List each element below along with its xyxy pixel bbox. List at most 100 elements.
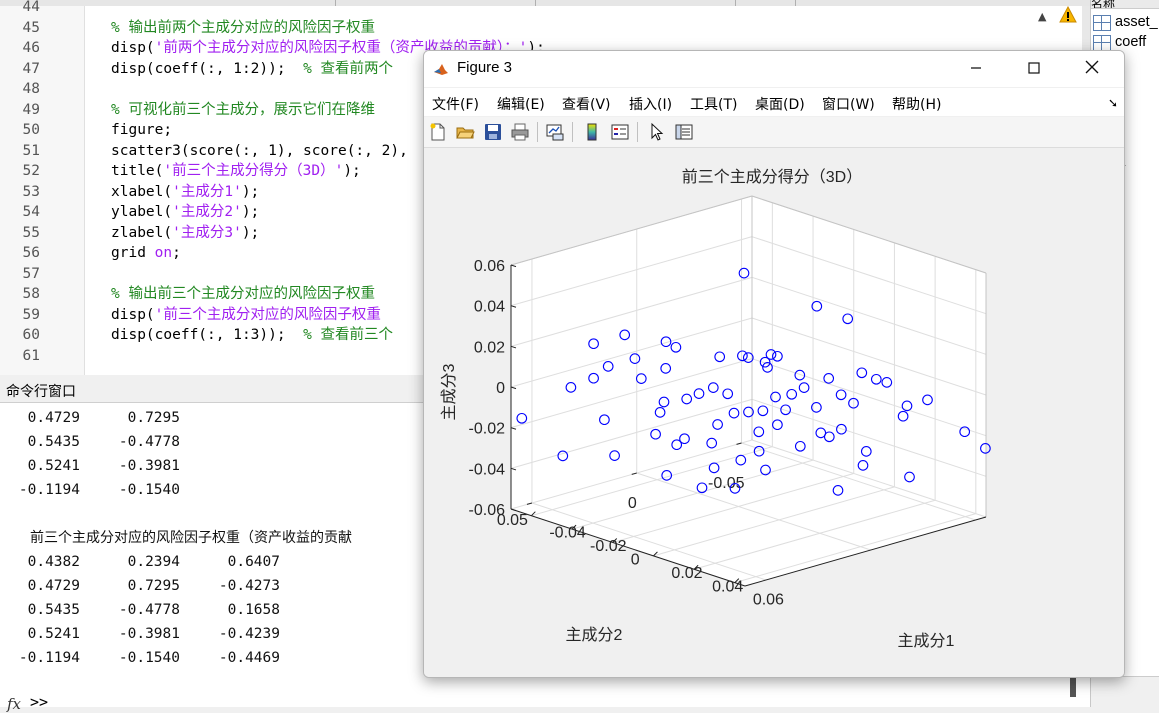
code-string: '主成分3' (172, 224, 242, 241)
output-value: 0.2394 (127, 554, 180, 570)
code-string: '主成分1' (172, 183, 242, 200)
function-browser-icon[interactable]: fx (7, 695, 21, 713)
figure-toolbar (424, 117, 1124, 148)
matlab-logo-icon (433, 61, 449, 77)
output-value: -0.4778 (118, 602, 180, 618)
output-value: 0.4382 (27, 554, 80, 570)
line-code: % 输出前三个主成分对应的风险因子权重 (111, 284, 375, 305)
menu-window[interactable]: 窗口(W) (822, 94, 875, 114)
output-value: -0.3981 (118, 626, 180, 642)
line-code: disp(coeff(:, 1:3)); % 查看前三个 (111, 325, 393, 346)
line-number: 60 (22, 327, 40, 343)
workspace-header: 名称 (1091, 0, 1159, 9)
minimize-icon (971, 67, 981, 69)
save-icon[interactable] (483, 122, 503, 142)
x-axis-label: 主成分1 (898, 632, 955, 650)
scroll-up-arrow-icon[interactable]: ▲ (1038, 10, 1046, 23)
code-string: '主成分2' (172, 204, 242, 220)
output-value: 0.6407 (227, 554, 280, 570)
warning-icon[interactable] (1059, 6, 1077, 24)
maximize-button[interactable] (1006, 51, 1062, 87)
output-row: -0.1194 -0.1540 -0.4469 (0, 646, 400, 670)
figure-title: Figure 3 (457, 59, 513, 76)
x-tick-label: 0.02 (671, 565, 702, 582)
matrix-icon (1093, 35, 1111, 51)
axes-area[interactable]: -0.06 -0.04 -0.02 0 0.02 0.04 0.06 -0.05 0 0.05 -0… (424, 148, 1124, 677)
dock-arrow-icon[interactable]: ➘ (1108, 96, 1118, 110)
figure-menubar: 文件(F) 编辑(E) 查看(V) 插入(I) 工具(T) 桌面(D) 窗口(W… (424, 88, 1124, 116)
line-number: 44 (22, 0, 40, 15)
code-token: ylabel( (111, 204, 173, 220)
line-number: 59 (22, 306, 40, 323)
chart-title: 前三个主成分得分（3D） (682, 168, 862, 186)
command-window-title: 命令行窗口 (6, 383, 76, 399)
close-button[interactable] (1064, 51, 1120, 87)
close-icon (1085, 60, 1099, 74)
output-row: 0.5241 -0.3981 (0, 454, 400, 478)
menu-tools[interactable]: 工具(T) (690, 94, 737, 114)
minimize-button[interactable] (948, 51, 1004, 87)
code-line[interactable]: 44 (0, 0, 1080, 18)
z-tick-label: 0.02 (474, 339, 505, 356)
colorbar-icon[interactable] (582, 122, 602, 142)
output-value: -0.3981 (118, 458, 180, 474)
line-number: 58 (22, 286, 40, 302)
output-value: 0.7295 (127, 578, 180, 594)
line-code: zlabel('主成分3'); (111, 223, 259, 244)
x-tick-label: 0.06 (753, 592, 784, 609)
code-token: title( (111, 163, 164, 179)
code-token: disp(coeff(:, 1:3)); (111, 327, 304, 343)
command-prompt[interactable]: >> (30, 693, 48, 711)
line-number: 45 (22, 19, 40, 36)
open-icon[interactable] (455, 122, 475, 142)
scatter3-axes[interactable]: -0.06-0.04-0.0200.020.040.06-0.0500.05-0… (424, 148, 1124, 677)
menu-file[interactable]: 文件(F) (432, 94, 479, 114)
line-number: 50 (22, 122, 40, 138)
variable-name: coeff (1115, 34, 1147, 50)
output-row: -0.1194 -0.1540 (0, 478, 400, 502)
output-value: 0.5435 (27, 434, 80, 450)
menu-help[interactable]: 帮助(H) (892, 94, 941, 114)
line-number: 61 (22, 347, 40, 364)
output-value: 0.4729 (27, 410, 80, 426)
code-comment: % 输出前两个主成分对应的风险因子权重 (111, 19, 375, 36)
line-number: 55 (22, 224, 40, 241)
figure-window[interactable]: Figure 3 文件(F) 编辑(E) 查看(V) 插入(I) 工具(T) 桌… (423, 50, 1125, 678)
line-number: 57 (22, 265, 40, 282)
line-number: 52 (22, 163, 40, 179)
menu-view[interactable]: 查看(V) (562, 94, 611, 114)
menu-desktop[interactable]: 桌面(D) (755, 94, 805, 114)
code-line[interactable]: 45 % 输出前两个主成分对应的风险因子权重 (0, 18, 1080, 39)
output-value: -0.1194 (18, 482, 80, 498)
line-number: 46 (22, 40, 40, 56)
output-row: 0.5241 -0.3981 -0.4239 (0, 622, 400, 646)
output-row: 0.5435 -0.4778 0.1658 (0, 598, 400, 622)
line-code: % 输出前两个主成分对应的风险因子权重 (111, 18, 375, 39)
output-value: 0.7295 (127, 410, 180, 426)
property-inspector-icon[interactable] (674, 122, 694, 142)
menu-insert[interactable]: 插入(I) (629, 94, 672, 114)
code-string: '前三个主成分得分（3D）' (163, 163, 344, 179)
line-code: disp('前三个主成分对应的风险因子权重 (111, 305, 381, 326)
output-value: -0.4778 (118, 434, 180, 450)
line-number: 49 (22, 101, 40, 118)
print-icon[interactable] (510, 122, 530, 142)
menu-edit[interactable]: 编辑(E) (497, 94, 545, 114)
code-comment: % 查看前两个 (303, 60, 394, 77)
x-tick-label: 0 (631, 551, 640, 568)
line-number: 51 (22, 142, 40, 159)
code-comment: % 查看前三个 (303, 327, 394, 343)
legend-icon[interactable] (610, 122, 630, 142)
line-number: 48 (22, 81, 40, 97)
z-tick-label: -0.02 (469, 421, 506, 438)
output-heading: 前三个主成分对应的风险因子权重（资产收益的贡献 (30, 530, 352, 546)
figure-titlebar[interactable]: Figure 3 (424, 51, 1124, 87)
workspace-header-label: 名称 (1091, 0, 1116, 9)
code-token: disp(coeff(:, 1:2)); (111, 60, 304, 77)
link-plot-icon[interactable] (545, 122, 565, 142)
pointer-icon[interactable] (647, 122, 667, 142)
code-token: figure; (111, 122, 173, 138)
output-row: 0.5435 -0.4778 (0, 430, 400, 454)
new-figure-icon[interactable] (428, 122, 448, 142)
toolbar-separator (572, 122, 573, 142)
